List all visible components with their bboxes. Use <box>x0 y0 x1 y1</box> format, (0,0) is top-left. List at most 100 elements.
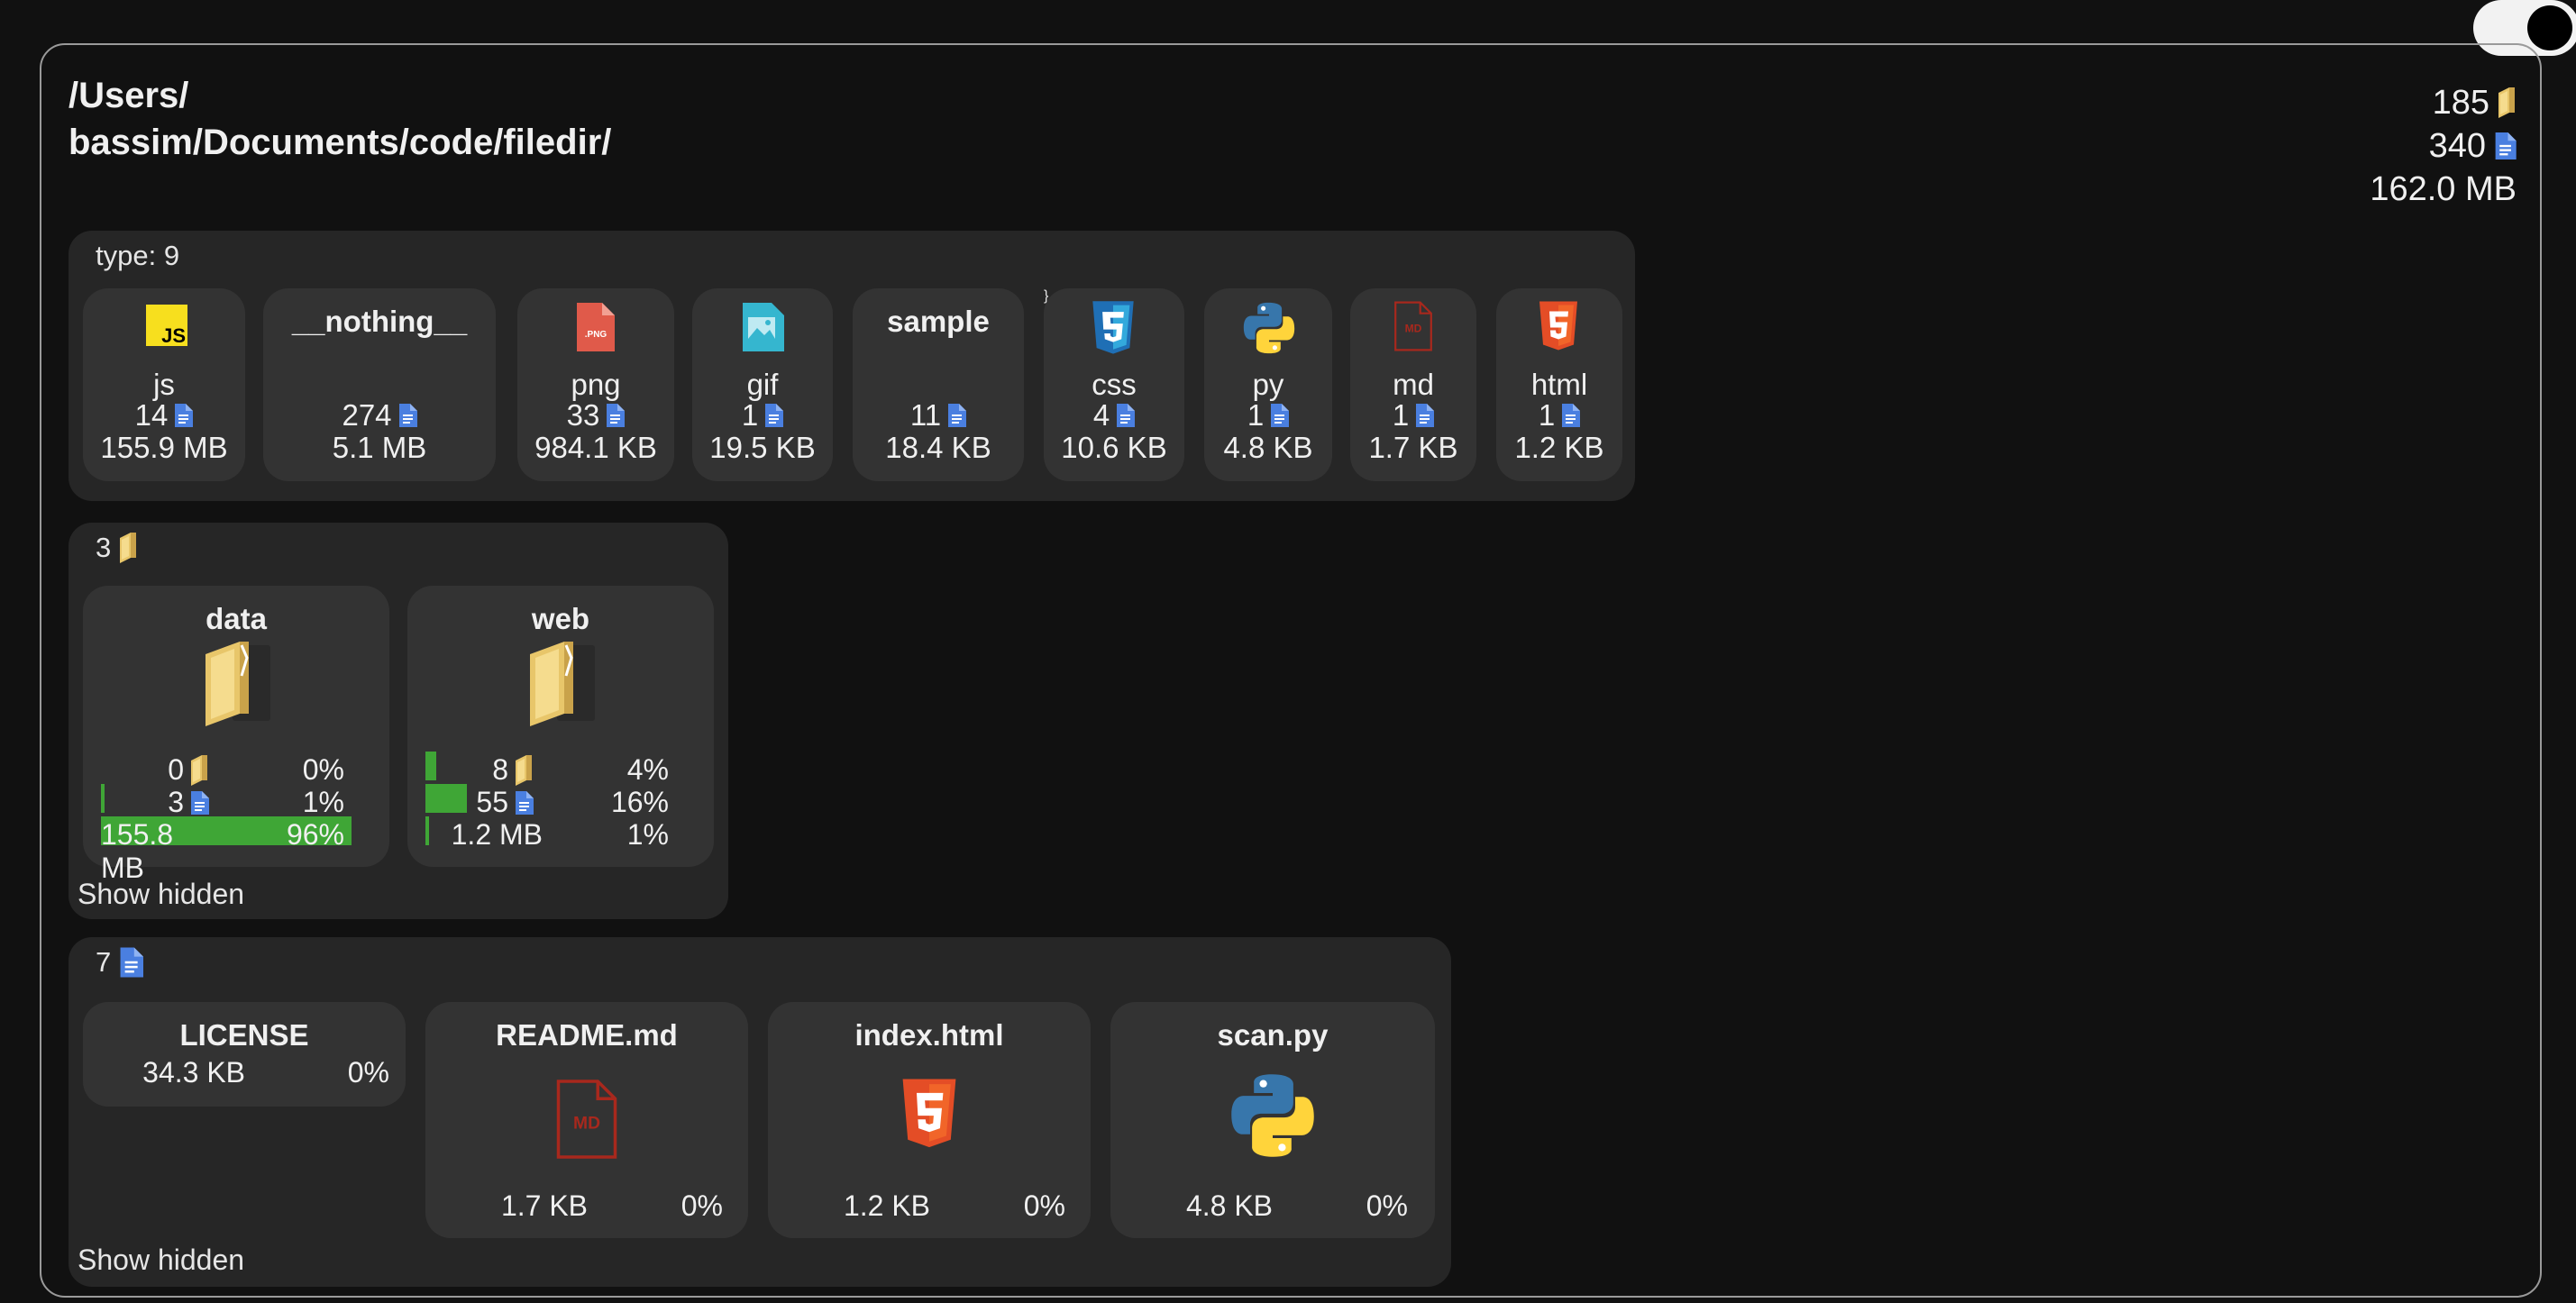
type-size: 4.8 KB <box>1223 431 1313 464</box>
file-name: scan.py <box>1217 1018 1329 1052</box>
html5-icon <box>1536 301 1581 351</box>
total-folders-count: 185 <box>2432 84 2489 122</box>
type-size: 19.5 KB <box>709 431 816 464</box>
type-name: sample <box>887 305 990 338</box>
file-icon <box>2493 132 2517 159</box>
type-size: 1.2 KB <box>1514 431 1604 464</box>
file-pct: 0% <box>681 1189 723 1222</box>
type-card-nothing[interactable]: __nothing__ 274 5.1 MB <box>263 288 496 481</box>
type-name: py <box>1252 368 1284 401</box>
totals: 185 340 162.0 MB <box>2370 81 2517 211</box>
folders-count: 8 <box>492 753 508 786</box>
file-pct: 0% <box>347 1056 389 1089</box>
html5-icon <box>898 1078 961 1150</box>
file-size: 1.7 KB <box>500 1189 588 1222</box>
type-card-sample[interactable]: sample 11 18.4 KB <box>853 288 1024 481</box>
type-count: 274 <box>342 398 392 432</box>
toggle-knob <box>2527 5 2572 50</box>
file-name: index.html <box>854 1018 1004 1052</box>
type-card-js[interactable]: JS js 14 155.9 MB <box>83 288 245 481</box>
folder-icon <box>525 640 597 726</box>
folder-icon <box>189 755 209 786</box>
show-hidden-folders-link[interactable]: Show hidden <box>78 878 244 911</box>
type-size: 984.1 KB <box>534 431 657 464</box>
file-pct: 0% <box>1023 1189 1065 1222</box>
type-size: 5.1 MB <box>332 431 427 464</box>
type-card-gif[interactable]: gif 1 19.5 KB <box>692 288 833 481</box>
file-icon <box>946 404 966 427</box>
type-count: 4 <box>1092 398 1110 432</box>
files-panel-header: 7 <box>96 946 143 979</box>
type-name: png <box>571 368 621 401</box>
type-card-md[interactable]: md 1 1.7 KB <box>1350 288 1476 481</box>
gif-icon <box>743 303 784 351</box>
files-pct: 1% <box>302 786 344 818</box>
type-name: __nothing__ <box>291 305 468 338</box>
folder-icon <box>118 533 138 563</box>
folder-card-web[interactable]: web 8 4% 55 16% 1.2 MB 1% <box>407 586 714 867</box>
file-icon <box>1115 404 1135 427</box>
folder-icon <box>514 755 534 786</box>
folders-pct: 0% <box>302 753 344 786</box>
size-value: 155.8 MB <box>101 818 174 884</box>
type-card-css[interactable]: css 4 10.6 KB } <box>1044 288 1184 481</box>
file-card-index-html[interactable]: index.html 1.2 KB 0% <box>768 1002 1091 1238</box>
folder-icon <box>200 640 272 726</box>
folders-panel-header: 3 <box>96 532 138 564</box>
type-card-py[interactable]: py 1 4.8 KB <box>1204 288 1332 481</box>
types-panel-header: type: 9 <box>96 240 180 271</box>
file-card-license[interactable]: LICENSE 34.3 KB 0% <box>83 1002 406 1107</box>
files-pct: 16% <box>610 786 669 818</box>
file-card-scan-py[interactable]: scan.py 4.8 KB 0% <box>1110 1002 1435 1238</box>
file-icon <box>763 404 783 427</box>
folders-count: 0 <box>168 753 184 786</box>
file-card-readme[interactable]: README.md 1.7 KB 0% <box>425 1002 748 1238</box>
file-size: 34.3 KB <box>142 1056 245 1089</box>
js-icon: JS <box>146 305 187 346</box>
files-bar <box>425 784 468 813</box>
type-count: 1 <box>1538 398 1556 432</box>
files-panel: 7 LICENSE 34.3 KB 0% README.md 1.7 KB 0%… <box>69 937 1451 1287</box>
total-files: 340 <box>2370 124 2517 168</box>
file-name: README.md <box>496 1018 678 1052</box>
type-count: 11 <box>909 398 942 432</box>
type-count: 1 <box>741 398 759 432</box>
file-icon <box>1560 404 1580 427</box>
total-size-value: 162.0 MB <box>2370 170 2517 208</box>
show-hidden-files-link[interactable]: Show hidden <box>78 1244 244 1277</box>
file-icon <box>1269 404 1289 427</box>
python-icon <box>1226 1069 1320 1162</box>
python-icon <box>1240 299 1298 357</box>
type-count: 1 <box>1392 398 1410 432</box>
path-line-1: /Users/ <box>69 76 189 115</box>
type-size: 155.9 MB <box>100 431 228 464</box>
file-size: 1.2 KB <box>843 1189 930 1222</box>
size-pct: 96% <box>286 818 344 851</box>
file-size: 4.8 KB <box>1185 1189 1273 1222</box>
type-name: md <box>1393 368 1434 401</box>
svg-text:.PNG: .PNG <box>585 330 607 340</box>
size-bar <box>425 816 429 845</box>
files-count: 3 <box>168 786 184 818</box>
folder-name: web <box>531 602 590 635</box>
type-name: js <box>153 368 175 401</box>
type-size: 18.4 KB <box>885 431 991 464</box>
folder-name: data <box>206 602 267 635</box>
type-size: 10.6 KB <box>1061 431 1167 464</box>
folder-card-data[interactable]: data 0 0% 3 1% 155.8 MB 96% <box>83 586 389 884</box>
svg-text:JS: JS <box>161 324 186 346</box>
folders-bar <box>425 752 436 780</box>
size-pct: 1% <box>626 818 669 851</box>
folders-pct: 4% <box>626 753 669 786</box>
files-count: 55 <box>476 786 508 818</box>
type-count: 14 <box>134 398 169 432</box>
file-icon <box>397 404 417 427</box>
type-name: gif <box>746 368 779 401</box>
file-icon <box>1414 404 1434 427</box>
files-bar <box>101 784 105 813</box>
type-card-html[interactable]: html 1 1.2 KB <box>1496 288 1622 481</box>
path-line-2: bassim/Documents/code/filedir/ <box>69 123 612 162</box>
file-pct: 0% <box>1366 1189 1408 1222</box>
file-icon <box>118 947 143 978</box>
type-card-png[interactable]: .PNG png 33 984.1 KB <box>517 288 674 481</box>
